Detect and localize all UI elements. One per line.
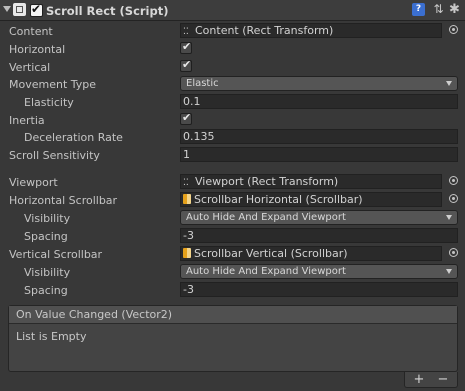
event-list-footer: + − — [404, 372, 458, 388]
viewport-value: Viewport (Rect Transform) — [195, 175, 339, 188]
vertical-checkbox[interactable]: ✔ — [180, 58, 192, 72]
remove-listener-button[interactable]: − — [431, 372, 455, 387]
horizontal-scrollbar-field[interactable]: Scrollbar Horizontal (Scrollbar) — [180, 192, 442, 207]
scroll-sensitivity-label: Scroll Sensitivity — [9, 149, 100, 162]
h-spacing-field[interactable]: -3 — [180, 228, 458, 243]
event-header: On Value Changed (Vector2) — [9, 306, 457, 324]
add-listener-button[interactable]: + — [407, 372, 431, 387]
v-spacing-row: Spacing -3 — [0, 282, 465, 300]
scrollbar-icon — [183, 194, 191, 204]
vertical-label: Vertical — [9, 61, 51, 74]
rect-transform-icon: ⁚⁚ — [183, 178, 189, 188]
content-field[interactable]: ⁚⁚ Content (Rect Transform) — [180, 23, 442, 38]
content-label: Content — [9, 25, 53, 38]
viewport-label: Viewport — [9, 176, 58, 189]
component-title: Scroll Rect (Script) — [46, 4, 169, 18]
horizontal-scrollbar-value: Scrollbar Horizontal (Scrollbar) — [194, 193, 363, 206]
deceleration-rate-row: Deceleration Rate 0.135 — [0, 129, 465, 147]
h-visibility-label: Visibility — [24, 212, 71, 225]
v-visibility-label: Visibility — [24, 266, 71, 279]
v-visibility-value: Auto Hide And Expand Viewport — [186, 266, 346, 277]
chevron-down-icon — [446, 215, 452, 220]
h-spacing-label: Spacing — [24, 230, 68, 243]
movement-type-row: Movement Type Elastic — [0, 76, 465, 94]
vertical-row: Vertical ✔ — [0, 58, 465, 77]
vertical-scrollbar-field[interactable]: Scrollbar Vertical (Scrollbar) — [180, 246, 442, 261]
event-empty-text: List is Empty — [16, 330, 87, 343]
component-icon — [13, 3, 26, 16]
scroll-sensitivity-row: Scroll Sensitivity 1 — [0, 147, 465, 165]
v-spacing-label: Spacing — [24, 284, 68, 297]
chevron-down-icon — [446, 81, 452, 86]
movement-type-label: Movement Type — [9, 78, 97, 91]
viewport-field[interactable]: ⁚⁚ Viewport (Rect Transform) — [180, 174, 442, 189]
h-visibility-dropdown[interactable]: Auto Hide And Expand Viewport — [180, 210, 458, 225]
chevron-down-icon — [446, 269, 452, 274]
foldout-arrow-icon[interactable] — [3, 6, 11, 12]
gear-icon[interactable]: ✱ — [448, 3, 461, 16]
horizontal-checkbox[interactable]: ✔ — [180, 40, 192, 54]
h-spacing-row: Spacing -3 — [0, 228, 465, 246]
movement-type-dropdown[interactable]: Elastic — [180, 76, 458, 91]
book-icon[interactable]: ? — [412, 3, 425, 16]
checkmark-icon: ✔ — [182, 40, 192, 53]
inertia-row: Inertia ✔ — [0, 111, 465, 130]
preset-icon[interactable]: ⇅ — [432, 3, 445, 16]
v-spacing-field[interactable]: -3 — [180, 282, 458, 297]
h-visibility-row: Visibility Auto Hide And Expand Viewport — [0, 210, 465, 228]
deceleration-rate-field[interactable]: 0.135 — [180, 129, 458, 144]
vertical-scrollbar-value: Scrollbar Vertical (Scrollbar) — [194, 247, 348, 260]
inertia-checkbox[interactable]: ✔ — [180, 111, 192, 125]
viewport-row: Viewport ⁚⁚ Viewport (Rect Transform) — [0, 174, 465, 192]
event-title: On Value Changed (Vector2) — [16, 308, 173, 321]
movement-type-value: Elastic — [186, 78, 219, 89]
vertical-scrollbar-label: Vertical Scrollbar — [9, 248, 103, 261]
horizontal-scrollbar-row: Horizontal Scrollbar Scrollbar Horizonta… — [0, 192, 465, 210]
scrollbar-icon — [183, 248, 191, 258]
v-visibility-dropdown[interactable]: Auto Hide And Expand Viewport — [180, 264, 458, 279]
scroll-sensitivity-field[interactable]: 1 — [180, 147, 458, 162]
inertia-label: Inertia — [9, 114, 45, 127]
horizontal-label: Horizontal — [9, 43, 66, 56]
v-visibility-row: Visibility Auto Hide And Expand Viewport — [0, 264, 465, 282]
object-picker-icon[interactable] — [449, 25, 458, 34]
on-value-changed-event: On Value Changed (Vector2) List is Empty — [8, 305, 458, 372]
vertical-scrollbar-row: Vertical Scrollbar Scrollbar Vertical (S… — [0, 246, 465, 264]
elasticity-label: Elasticity — [24, 96, 74, 109]
deceleration-rate-label: Deceleration Rate — [24, 131, 123, 144]
content-row: Content ⁚⁚ Content (Rect Transform) — [0, 23, 465, 41]
object-picker-icon[interactable] — [449, 194, 458, 203]
object-picker-icon[interactable] — [449, 176, 458, 185]
elasticity-field[interactable]: 0.1 — [180, 94, 458, 109]
component-header: ✔ Scroll Rect (Script) ? ⇅ ✱ — [0, 0, 465, 21]
horizontal-scrollbar-label: Horizontal Scrollbar — [9, 194, 118, 207]
component-enabled-checkbox[interactable]: ✔ — [30, 2, 43, 17]
content-value: Content (Rect Transform) — [195, 24, 334, 37]
checkmark-icon: ✔ — [182, 58, 192, 71]
checkmark-icon: ✔ — [31, 2, 42, 16]
rect-transform-icon: ⁚⁚ — [183, 27, 189, 37]
horizontal-row: Horizontal ✔ — [0, 40, 465, 59]
elasticity-row: Elasticity 0.1 — [0, 94, 465, 112]
object-picker-icon[interactable] — [449, 248, 458, 257]
checkmark-icon: ✔ — [182, 111, 192, 124]
h-visibility-value: Auto Hide And Expand Viewport — [186, 212, 346, 223]
